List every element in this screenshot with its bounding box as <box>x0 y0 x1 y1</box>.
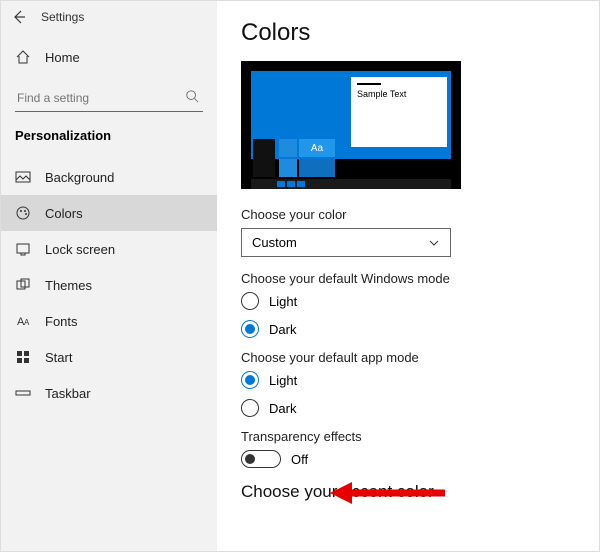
search-icon <box>185 89 199 103</box>
back-button[interactable] <box>5 3 33 31</box>
svg-text:A: A <box>24 318 30 327</box>
color-preview: Aa Sample Text <box>241 61 461 189</box>
choose-color-dropdown[interactable]: Custom <box>241 228 451 257</box>
sidebar-item-label: Colors <box>45 206 83 221</box>
app-title: Settings <box>41 10 84 24</box>
app-mode-dark-radio[interactable]: Dark <box>241 399 575 417</box>
app-mode-light-radio[interactable]: Light <box>241 371 575 389</box>
home-nav-item[interactable]: Home <box>1 39 217 75</box>
sidebar-item-label: Start <box>45 350 72 365</box>
sidebar-item-label: Lock screen <box>45 242 115 257</box>
choose-color-label: Choose your color <box>241 207 575 222</box>
sidebar-item-fonts[interactable]: AA Fonts <box>1 303 217 339</box>
sidebar-item-label: Taskbar <box>45 386 91 401</box>
preview-start-menu <box>253 139 275 177</box>
sidebar-item-themes[interactable]: Themes <box>1 267 217 303</box>
lock-screen-icon <box>15 241 31 257</box>
windows-mode-group: Light Dark <box>241 292 575 338</box>
preview-tiles: Aa <box>279 139 335 177</box>
settings-window: Settings Home Personalization Backg <box>0 0 600 552</box>
nav-list: Background Colors Lock screen Themes AA … <box>1 153 217 417</box>
app-mode-label: Choose your default app mode <box>241 350 575 365</box>
sidebar: Settings Home Personalization Backg <box>1 1 217 551</box>
radio-icon <box>241 292 259 310</box>
page-title: Colors <box>241 19 575 47</box>
toggle-knob <box>245 454 255 464</box>
search-container <box>1 81 217 122</box>
radio-label: Light <box>269 294 297 309</box>
radio-icon <box>241 371 259 389</box>
preview-window-bar <box>357 83 381 85</box>
windows-mode-light-radio[interactable]: Light <box>241 292 575 310</box>
sidebar-item-background[interactable]: Background <box>1 159 217 195</box>
windows-mode-dark-radio[interactable]: Dark <box>241 320 575 338</box>
sidebar-item-colors[interactable]: Colors <box>1 195 217 231</box>
radio-label: Dark <box>269 322 296 337</box>
category-header: Personalization <box>1 122 217 153</box>
sidebar-item-label: Fonts <box>45 314 78 329</box>
back-arrow-icon <box>11 9 27 25</box>
windows-mode-label: Choose your default Windows mode <box>241 271 575 286</box>
start-icon <box>15 349 31 365</box>
sidebar-item-lock-screen[interactable]: Lock screen <box>1 231 217 267</box>
taskbar-icon <box>15 385 31 401</box>
transparency-row: Off <box>241 450 575 468</box>
home-label: Home <box>45 50 80 65</box>
nav-top: Home <box>1 33 217 81</box>
transparency-value: Off <box>291 452 308 467</box>
chevron-down-icon <box>428 237 440 249</box>
preview-window: Sample Text <box>351 77 447 147</box>
picture-icon <box>15 169 31 185</box>
preview-sample-text: Sample Text <box>357 89 447 99</box>
app-mode-group: Light Dark <box>241 371 575 417</box>
radio-label: Dark <box>269 401 296 416</box>
annotation-arrow <box>330 478 450 508</box>
sidebar-item-label: Themes <box>45 278 92 293</box>
sidebar-item-taskbar[interactable]: Taskbar <box>1 375 217 411</box>
preview-tile <box>279 139 297 157</box>
titlebar: Settings <box>1 1 217 33</box>
radio-label: Light <box>269 373 297 388</box>
preview-task-icons <box>277 181 305 187</box>
transparency-toggle[interactable] <box>241 450 281 468</box>
home-icon <box>15 49 31 65</box>
preview-tile <box>299 159 335 177</box>
preview-tile-aa: Aa <box>299 139 335 157</box>
radio-icon <box>241 399 259 417</box>
sidebar-item-start[interactable]: Start <box>1 339 217 375</box>
transparency-label: Transparency effects <box>241 429 575 444</box>
radio-icon <box>241 320 259 338</box>
main-content: Colors Aa Sample Text Choose your color … <box>217 1 599 551</box>
sidebar-item-label: Background <box>45 170 114 185</box>
search-input[interactable] <box>15 85 203 112</box>
dropdown-value: Custom <box>252 235 297 250</box>
preview-tile <box>279 159 297 177</box>
themes-icon <box>15 277 31 293</box>
palette-icon <box>15 205 31 221</box>
fonts-icon: AA <box>15 313 31 329</box>
